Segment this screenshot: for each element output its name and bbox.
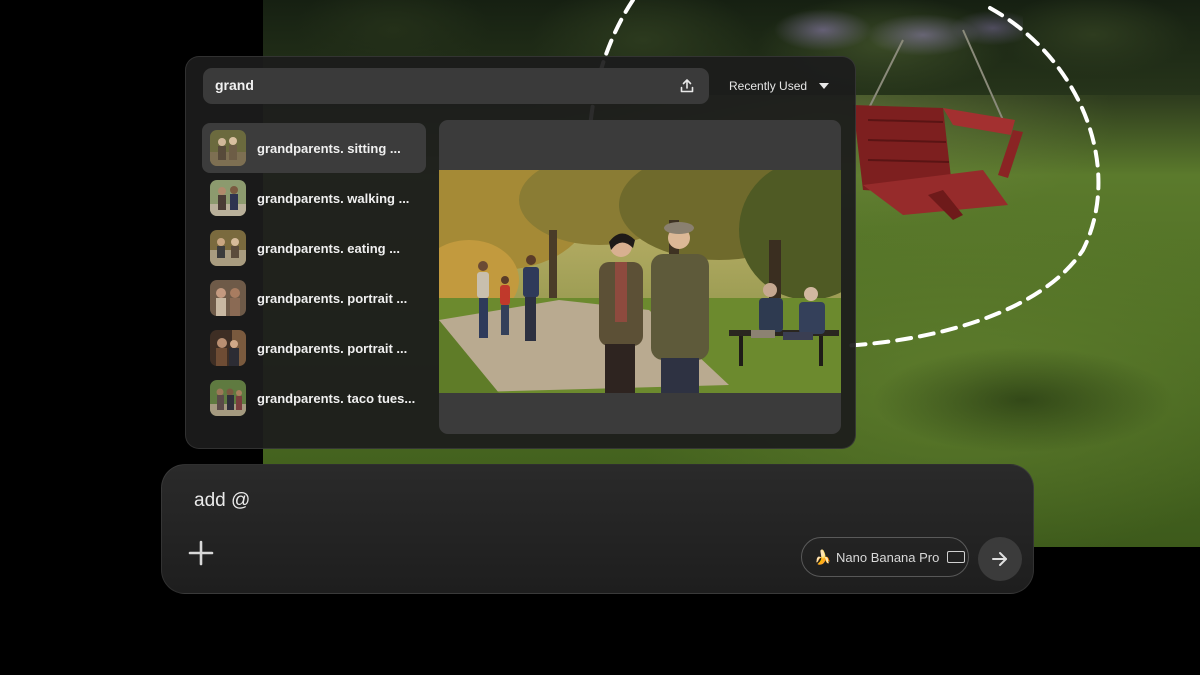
- result-label: grandparents. portrait ...: [257, 340, 408, 356]
- search-result-item[interactable]: grandparents. walking ...: [202, 173, 426, 223]
- search-result-item[interactable]: grandparents. taco tues...: [202, 373, 426, 423]
- banana-icon: 🍌: [814, 548, 832, 565]
- aspect-ratio-icon[interactable]: [947, 551, 966, 563]
- search-results-list: grandparents. sitting ... grandparents. …: [202, 123, 426, 423]
- plus-icon[interactable]: [186, 538, 216, 568]
- result-thumbnail: [210, 330, 246, 366]
- sort-dropdown-label: Recently Used: [729, 79, 808, 93]
- prompt-input[interactable]: add @: [194, 490, 250, 512]
- search-result-item[interactable]: grandparents. portrait ...: [202, 323, 426, 373]
- search-bar[interactable]: grand: [203, 68, 709, 104]
- result-thumbnail: [210, 180, 246, 216]
- search-result-item[interactable]: grandparents. portrait ...: [202, 273, 426, 323]
- preview-image: [439, 170, 841, 393]
- result-label: grandparents. taco tues...: [257, 390, 416, 406]
- red-swing-bench: [853, 105, 1023, 220]
- search-result-item[interactable]: grandparents. eating ...: [202, 223, 426, 273]
- result-thumbnail: [210, 230, 246, 266]
- result-label: grandparents. eating ...: [257, 240, 401, 256]
- image-preview-pane: [439, 120, 841, 434]
- result-thumbnail: [210, 380, 246, 416]
- media-picker-panel: grand Recently Used grandparents. sittin…: [185, 56, 856, 449]
- model-selector-chip[interactable]: 🍌 Nano Banana Pro: [801, 537, 969, 577]
- search-result-item[interactable]: grandparents. sitting ...: [202, 123, 426, 173]
- search-input[interactable]: grand: [215, 77, 254, 93]
- result-label: grandparents. sitting ...: [257, 140, 401, 156]
- result-thumbnail: [210, 280, 246, 316]
- chevron-down-icon: [819, 83, 830, 89]
- result-thumbnail: [210, 130, 246, 166]
- result-label: grandparents. walking ...: [257, 190, 410, 206]
- result-label: grandparents. portrait ...: [257, 290, 408, 306]
- send-button[interactable]: [978, 537, 1022, 581]
- model-label: Nano Banana Pro: [836, 549, 940, 565]
- arrow-right-icon: [992, 552, 1007, 566]
- upload-icon[interactable]: [679, 78, 695, 94]
- sort-dropdown[interactable]: Recently Used: [718, 68, 840, 104]
- prompt-composer: add @ 🍌 Nano Banana Pro: [161, 464, 1034, 594]
